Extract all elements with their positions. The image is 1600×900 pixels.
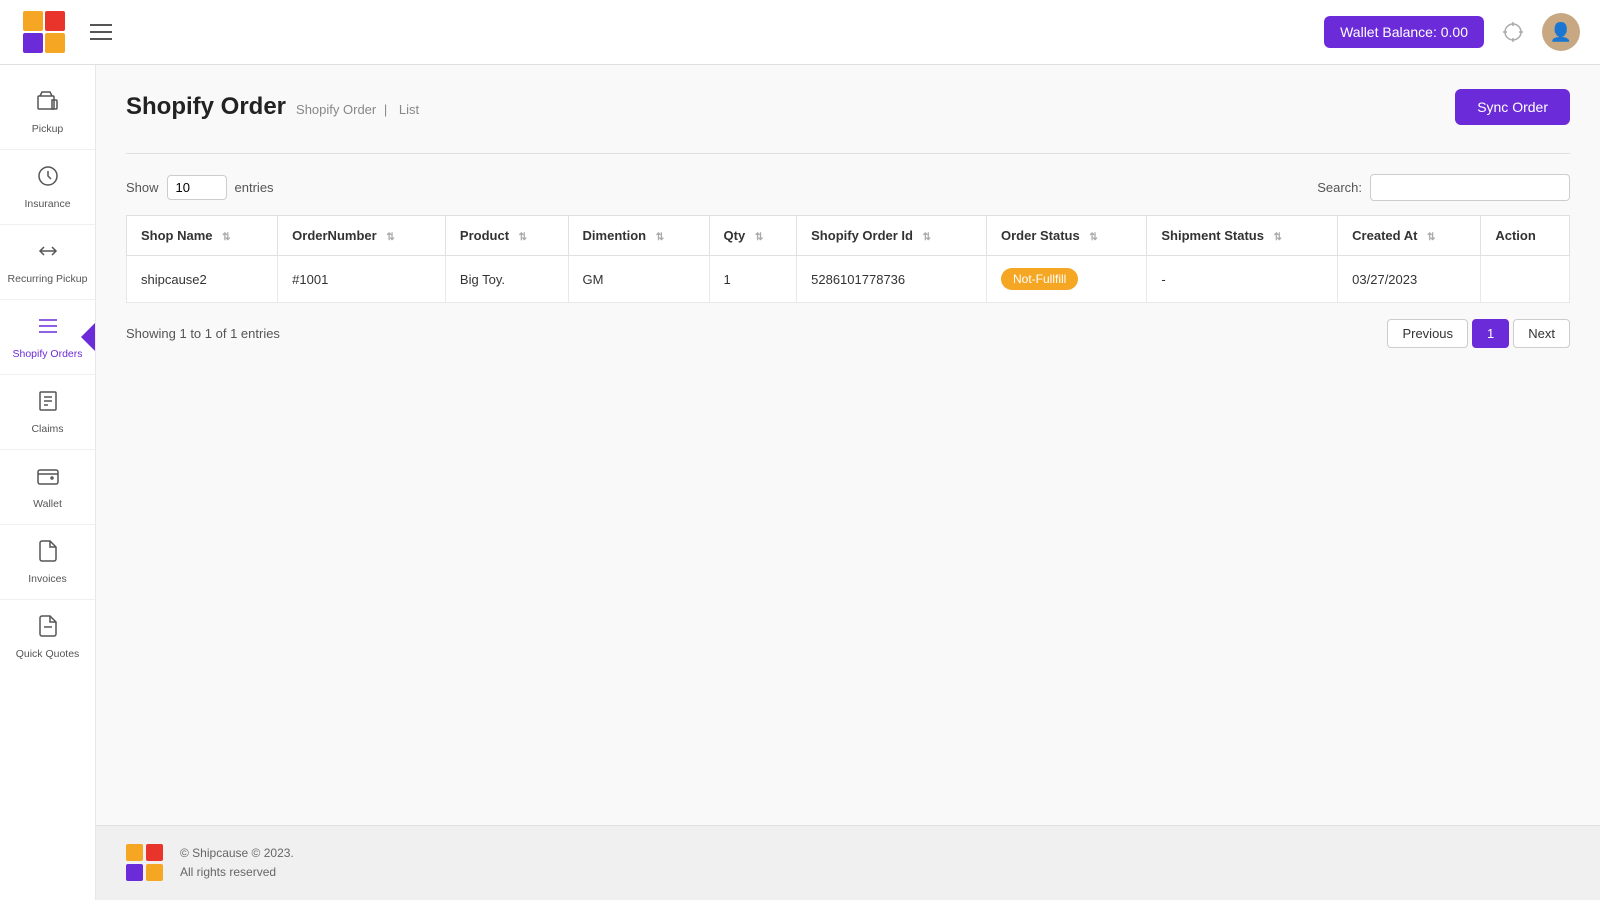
sort-icon-created-at[interactable]: ⇅ [1427,232,1435,243]
col-qty: Qty ⇅ [709,216,797,256]
sort-icon-dimention[interactable]: ⇅ [656,232,664,243]
page-header: Shopify Order Shopify Order | List Sync … [126,89,1570,125]
page-divider [126,153,1570,154]
entries-label: entries [235,180,274,195]
sidebar-item-recurring-pickup[interactable]: Recurring Pickup [0,225,95,300]
page-title-area: Shopify Order Shopify Order | List [126,93,423,121]
sort-icon-order-status[interactable]: ⇅ [1089,232,1097,243]
navbar: Wallet Balance: 0.00 👤 [0,0,1600,65]
insurance-label: Insurance [24,198,70,210]
table-header: Shop Name ⇅ OrderNumber ⇅ Product ⇅ Di [127,216,1570,256]
cell-order-number: #1001 [278,256,446,303]
sort-icon-order-number[interactable]: ⇅ [386,232,394,243]
col-order-status: Order Status ⇅ [986,216,1146,256]
pagination-controls: Previous 1 Next [1387,319,1570,348]
quick-quotes-label: Quick Quotes [16,648,80,660]
invoices-icon [36,539,60,567]
shopify-orders-label: Shopify Orders [12,348,82,360]
footer-copyright: © Shipcause © 2023. [180,844,294,863]
table-controls: Show entries Search: [126,174,1570,201]
recurring-pickup-icon [36,239,60,267]
col-shipment-status: Shipment Status ⇅ [1147,216,1338,256]
shopify-orders-icon [36,314,60,342]
show-label: Show [126,180,159,195]
sidebar-item-claims[interactable]: Claims [0,375,95,450]
col-shopify-order-id: Shopify Order Id ⇅ [797,216,987,256]
breadcrumb: Shopify Order | List [296,102,423,117]
logo [20,8,68,56]
sidebar: Pickup Insurance Recurring Pickup [0,65,96,900]
sidebar-item-wallet[interactable]: Wallet [0,450,95,525]
cell-created-at: 03/27/2023 [1338,256,1481,303]
pickup-label: Pickup [32,123,64,135]
cell-shipment-status: - [1147,256,1338,303]
layout: Pickup Insurance Recurring Pickup [0,65,1600,900]
sidebar-item-insurance[interactable]: Insurance [0,150,95,225]
sync-order-button[interactable]: Sync Order [1455,89,1570,125]
insurance-icon [36,164,60,192]
col-created-at: Created At ⇅ [1338,216,1481,256]
footer-logo [126,844,164,882]
cell-product: Big Toy. [445,256,568,303]
col-shop-name: Shop Name ⇅ [127,216,278,256]
col-dimention: Dimention ⇅ [568,216,709,256]
recurring-pickup-label: Recurring Pickup [8,273,88,285]
search-area: Search: [1317,174,1570,201]
pagination-info: Showing 1 to 1 of 1 entries [126,326,280,341]
col-product: Product ⇅ [445,216,568,256]
next-button[interactable]: Next [1513,319,1570,348]
sidebar-item-shopify-orders[interactable]: Shopify Orders [0,300,95,375]
page-1-button[interactable]: 1 [1472,319,1509,348]
search-label: Search: [1317,180,1362,195]
search-input[interactable] [1370,174,1570,201]
table-row: shipcause2 #1001 Big Toy. GM 1 528610177… [127,256,1570,303]
breadcrumb-current: List [399,102,419,117]
navbar-right: Wallet Balance: 0.00 👤 [1324,13,1580,51]
wallet-label: Wallet [33,498,62,510]
col-order-number: OrderNumber ⇅ [278,216,446,256]
entries-input[interactable] [167,175,227,200]
col-action: Action [1481,216,1570,256]
cell-qty: 1 [709,256,797,303]
table-body: shipcause2 #1001 Big Toy. GM 1 528610177… [127,256,1570,303]
cell-shop-name: shipcause2 [127,256,278,303]
sort-icon-qty[interactable]: ⇅ [755,232,763,243]
sidebar-item-pickup[interactable]: Pickup [0,75,95,150]
pagination-area: Showing 1 to 1 of 1 entries Previous 1 N… [126,319,1570,348]
wallet-balance-button[interactable]: Wallet Balance: 0.00 [1324,16,1484,48]
main-content: Shopify Order Shopify Order | List Sync … [96,65,1600,900]
hamburger-button[interactable] [86,20,116,44]
pickup-icon [36,89,60,117]
crosshair-icon[interactable] [1498,17,1528,47]
footer-rights: All rights reserved [180,863,294,882]
sort-icon-shipment-status[interactable]: ⇅ [1274,232,1282,243]
footer: © Shipcause © 2023. All rights reserved [96,825,1600,900]
invoices-label: Invoices [28,573,67,585]
cell-shopify-order-id: 5286101778736 [797,256,987,303]
user-avatar[interactable]: 👤 [1542,13,1580,51]
claims-icon [36,389,60,417]
cell-dimention: GM [568,256,709,303]
table-header-row: Shop Name ⇅ OrderNumber ⇅ Product ⇅ Di [127,216,1570,256]
show-entries-area: Show entries [126,175,274,200]
wallet-icon [36,464,60,492]
order-status-badge: Not-Fullfill [1001,268,1078,290]
sidebar-item-quick-quotes[interactable]: Quick Quotes [0,600,95,674]
previous-button[interactable]: Previous [1387,319,1468,348]
breadcrumb-separator: | [384,102,391,117]
orders-table: Shop Name ⇅ OrderNumber ⇅ Product ⇅ Di [126,215,1570,303]
cell-order-status: Not-Fullfill [986,256,1146,303]
breadcrumb-link[interactable]: Shopify Order [296,102,376,117]
navbar-left [20,8,116,56]
sort-icon-shop-name[interactable]: ⇅ [222,232,230,243]
sort-icon-product[interactable]: ⇅ [519,232,527,243]
page-content: Shopify Order Shopify Order | List Sync … [96,65,1600,825]
sidebar-item-invoices[interactable]: Invoices [0,525,95,600]
sort-icon-shopify-order-id[interactable]: ⇅ [923,232,931,243]
cell-action [1481,256,1570,303]
quick-quotes-icon [36,614,60,642]
page-title: Shopify Order [126,93,286,121]
footer-text: © Shipcause © 2023. All rights reserved [180,844,294,882]
claims-label: Claims [31,423,63,435]
